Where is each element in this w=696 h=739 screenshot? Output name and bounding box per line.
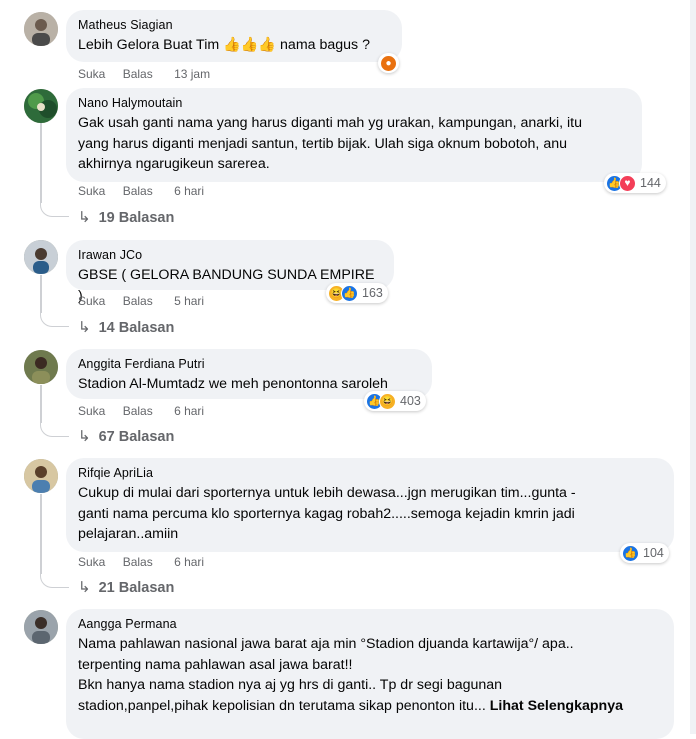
reply-link[interactable]: Balas [123,404,153,418]
timestamp[interactable]: 5 hari [174,294,204,308]
like-link[interactable]: Suka [78,294,105,308]
thread-line [40,385,42,423]
reply-link[interactable]: Balas [123,184,153,198]
comment-bubble: Matheus Siagian Lebih Gelora Buat Tim 👍👍… [66,10,402,62]
thread-connector [40,312,69,327]
like-link[interactable]: Suka [78,184,105,198]
comment-text: Cukup di mulai dari sporternya untuk leb… [78,485,576,542]
reaction-count: 163 [362,286,383,300]
thread-connector [40,422,69,437]
comment-text: Nama pahlawan nasional jawa barat aja mi… [78,634,662,716]
reaction-count: 144 [640,176,661,190]
like-link[interactable]: Suka [78,555,105,569]
avatar[interactable] [24,610,58,644]
view-replies-link[interactable]: ↳ 67 Balasan [78,427,174,445]
timestamp[interactable]: 13 jam [174,67,210,81]
replies-count[interactable]: 21 Balasan [99,580,175,596]
like-link[interactable]: Suka [78,67,105,81]
view-replies-link[interactable]: ↳ 14 Balasan [78,318,174,336]
comment-text: Lebih Gelora Buat Tim 👍👍👍 nama bagus ? [78,37,370,53]
comment-author[interactable]: Aangga Permana [78,617,662,631]
reaction-summary[interactable]: 👍 😆 403 [364,391,426,411]
reply-arrow-icon: ↳ [78,579,91,596]
comment-actions: Suka Balas 6 hari [78,184,218,198]
timestamp[interactable]: 6 hari [174,184,204,198]
thread-line [40,123,42,203]
comment-actions: Suka Balas 13 jam [78,67,224,81]
comment-actions: Suka Balas 6 hari [78,404,218,418]
reply-link[interactable]: Balas [123,555,153,569]
replies-count[interactable]: 19 Balasan [99,210,175,226]
comment-text: Gak usah ganti nama yang harus diganti m… [78,115,582,172]
avatar[interactable] [24,350,58,384]
like-reaction-icon: 👍 [622,544,639,562]
reply-link[interactable]: Balas [123,294,153,308]
angry-reaction-icon: ● [380,54,397,72]
thread-line [40,494,42,574]
comment-actions: Suka Balas 6 hari [78,555,218,569]
comment-author[interactable]: Rifqie ApriLia [78,466,662,480]
reaction-count: 104 [643,546,664,560]
reply-arrow-icon: ↳ [78,319,91,336]
thread-line [40,275,42,313]
thread-connector [40,573,69,588]
see-more-link[interactable]: Lihat Selengkapnya [490,698,623,714]
comment-bubble: Rifqie ApriLia Cukup di mulai dari sport… [66,458,674,552]
reaction-summary[interactable]: 😆 👍 163 [326,283,388,303]
comment-author[interactable]: Matheus Siagian [78,18,390,32]
avatar[interactable] [24,12,58,46]
thread-connector [40,202,69,217]
reply-arrow-icon: ↳ [78,428,91,445]
replies-count[interactable]: 67 Balasan [99,429,175,445]
view-replies-link[interactable]: ↳ 19 Balasan [78,208,174,226]
avatar[interactable] [24,240,58,274]
timestamp[interactable]: 6 hari [174,555,204,569]
comment-author[interactable]: Nano Halymoutain [78,96,630,110]
reply-link[interactable]: Balas [123,67,153,81]
like-link[interactable]: Suka [78,404,105,418]
comment-author[interactable]: Anggita Ferdiana Putri [78,357,420,371]
view-replies-link[interactable]: ↳ 21 Balasan [78,578,174,596]
love-reaction-icon: ♥ [619,174,636,192]
reaction-summary[interactable]: 👍 104 [620,543,669,563]
replies-count[interactable]: 14 Balasan [99,320,175,336]
comment-author[interactable]: Irawan JCo [78,248,382,262]
timestamp[interactable]: 6 hari [174,404,204,418]
scroll-gutter [690,0,696,734]
reply-arrow-icon: ↳ [78,209,91,226]
avatar[interactable] [24,459,58,493]
comment-actions: Suka Balas 5 hari [78,294,218,308]
reaction-summary[interactable]: ● [378,53,399,73]
avatar[interactable] [24,89,58,123]
reaction-count: 403 [400,394,421,408]
reaction-summary[interactable]: 👍 ♥ 144 [604,173,666,193]
like-reaction-icon: 👍 [341,284,358,302]
comment-bubble: Aangga Permana Nama pahlawan nasional ja… [66,609,674,739]
haha-reaction-icon: 😆 [379,392,396,410]
comment-bubble: Nano Halymoutain Gak usah ganti nama yan… [66,88,642,182]
